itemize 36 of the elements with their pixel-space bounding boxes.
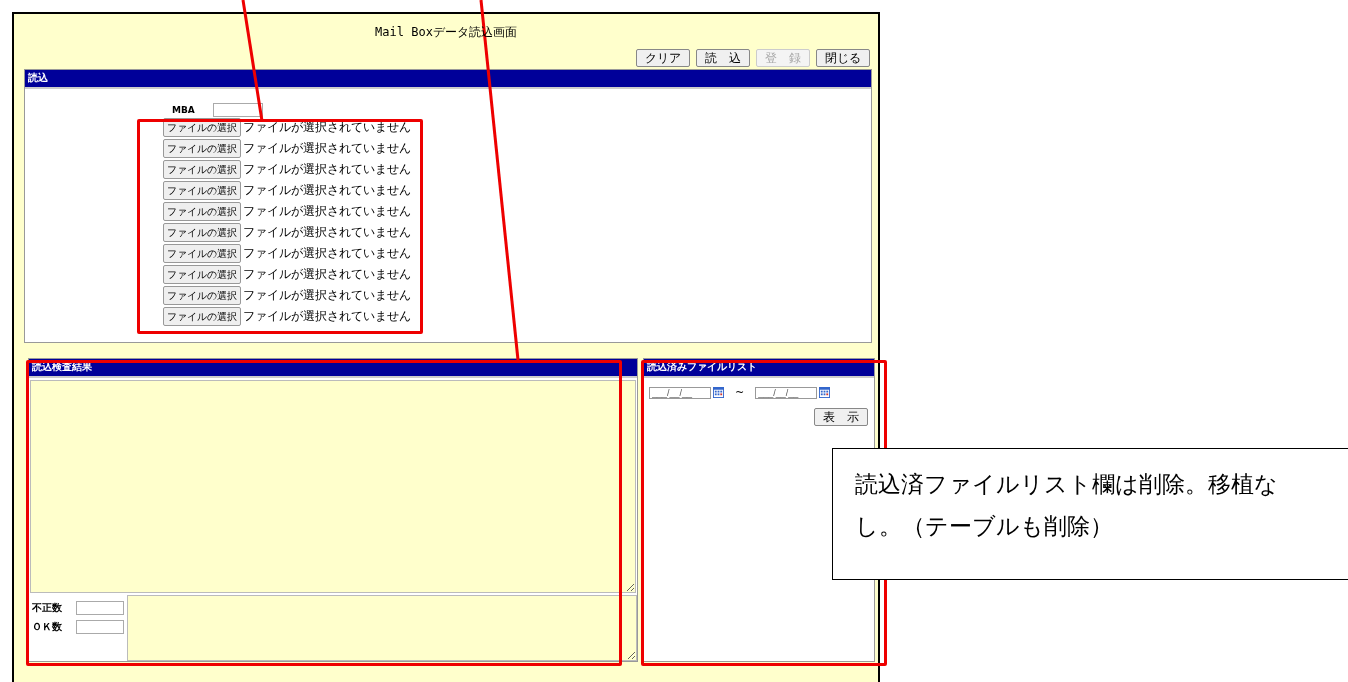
date-input-field[interactable]: ___/__/__ — [649, 386, 711, 399]
count-label: ＯＫ数 — [32, 619, 63, 634]
choose-file-button[interactable]: ファイルの選択 — [163, 160, 241, 179]
count-label: 不正数 — [32, 600, 63, 615]
file-status-text: ファイルが選択されていません — [243, 161, 411, 178]
count-input-field[interactable] — [76, 600, 124, 615]
toolbar-button[interactable]: クリア — [636, 49, 690, 67]
choose-file-button[interactable]: ファイルの選択 — [163, 244, 241, 263]
file-status-text: ファイルが選択されていません — [243, 224, 411, 241]
toolbar-button[interactable]: 閉じる — [816, 49, 870, 67]
choose-file-button[interactable]: ファイルの選択 — [163, 202, 241, 221]
choose-file-button[interactable]: ファイルの選択 — [163, 223, 241, 242]
file-status-text: ファイルが選択されていません — [243, 140, 411, 157]
mba-input-field[interactable] — [213, 103, 263, 117]
date-input-field[interactable]: ___/__/__ — [755, 386, 818, 399]
file-status-text: ファイルが選択されていません — [243, 266, 411, 283]
file-status-text: ファイルが選択されていません — [243, 203, 411, 220]
count-input-field[interactable] — [76, 619, 124, 634]
choose-file-button[interactable]: ファイルの選択 — [163, 307, 241, 326]
file-status-text: ファイルが選択されていません — [243, 308, 411, 325]
show-button[interactable]: 表 示 — [814, 408, 868, 426]
choose-file-button[interactable]: ファイルの選択 — [163, 286, 241, 305]
callout-text: 読込済ファイルリスト欄は削除。移植なし。（テーブルも削除） — [855, 470, 1279, 541]
toolbar-button[interactable]: 読 込 — [696, 49, 750, 67]
message-text-area[interactable] — [127, 595, 637, 661]
choose-file-button[interactable]: ファイルの選択 — [163, 265, 241, 284]
file-status-text: ファイルが選択されていません — [243, 245, 411, 262]
file-status-text: ファイルが選択されていません — [243, 287, 411, 304]
choose-file-button[interactable]: ファイルの選択 — [163, 139, 241, 158]
calendar-icon[interactable] — [713, 387, 724, 398]
choose-file-button[interactable]: ファイルの選択 — [163, 181, 241, 200]
mba-label: MBA — [172, 105, 196, 115]
range-separator: ~ — [735, 386, 745, 399]
file-status-text: ファイルが選択されていません — [243, 182, 411, 199]
calendar-icon[interactable] — [819, 387, 831, 398]
section-header: 読込 — [25, 70, 871, 89]
